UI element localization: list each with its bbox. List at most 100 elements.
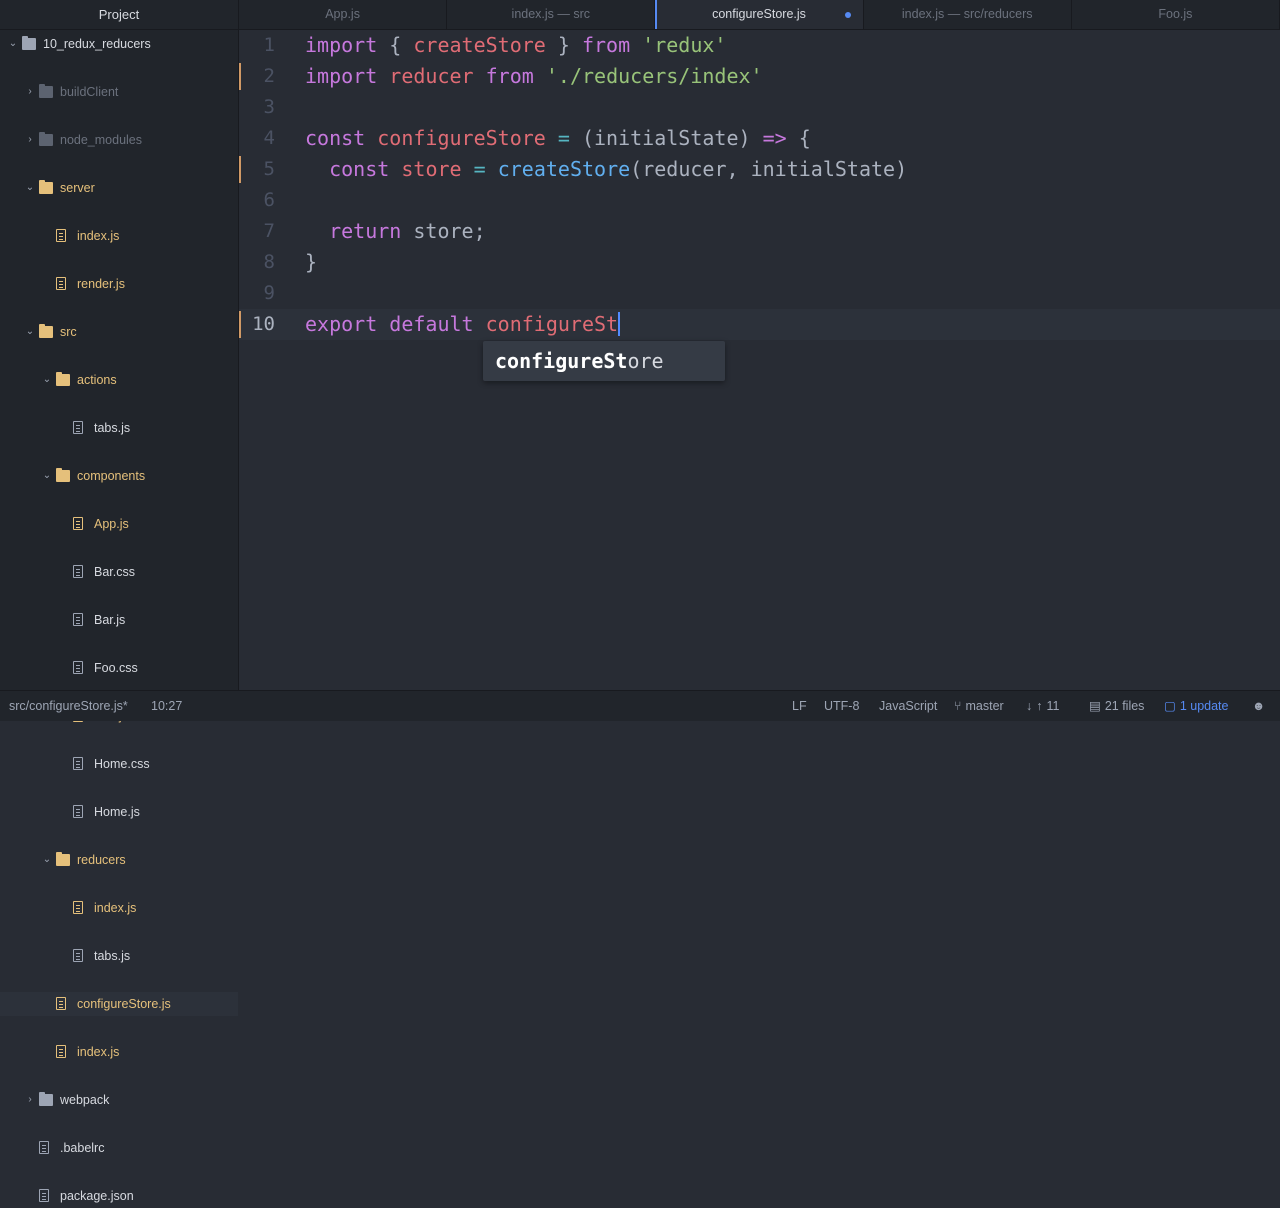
status-update[interactable]: ▢ 1 update <box>1164 691 1228 721</box>
file-text-icon <box>56 997 66 1010</box>
status-push-pull[interactable]: ↓ ↑ 11 <box>1026 691 1059 721</box>
tree-file[interactable]: index.js <box>0 1040 238 1064</box>
code-token: from <box>581 33 631 57</box>
chevron-right-icon[interactable]: › <box>25 80 35 104</box>
status-file-path[interactable]: src/configureStore.js* <box>9 691 128 721</box>
tree-folder[interactable]: ⌄ server <box>0 176 238 200</box>
tree-file[interactable]: index.js <box>0 224 238 248</box>
file-text-icon <box>56 1045 66 1058</box>
tree-file[interactable]: .babelrc <box>0 1136 238 1160</box>
tree-folder[interactable]: ⌄ reducers <box>0 848 238 872</box>
tree-file[interactable]: index.js <box>0 896 238 920</box>
status-branch[interactable]: ⑂ master <box>954 691 1004 721</box>
tree-file[interactable]: tabs.js <box>0 416 238 440</box>
status-grammar[interactable]: JavaScript <box>879 691 937 721</box>
tree-item-label: components <box>77 469 146 483</box>
tree-folder[interactable]: ⌄ actions <box>0 368 238 392</box>
code-line[interactable]: 6 <box>239 185 1280 216</box>
tree-item-label: package.json <box>60 1189 134 1203</box>
status-cursor-position[interactable]: 10:27 <box>151 691 182 721</box>
file-text-icon <box>39 1189 49 1202</box>
tree-folder[interactable]: ⌄ src <box>0 320 238 344</box>
editor-tab[interactable]: index.js — src/reducers <box>864 0 1072 29</box>
chevron-right-icon[interactable]: › <box>25 1088 35 1112</box>
tree-item-label: server <box>60 181 95 195</box>
code-token: { <box>377 33 414 57</box>
code-token: => <box>762 126 787 150</box>
chevron-down-icon[interactable]: ⌄ <box>25 176 35 200</box>
code-line[interactable]: 8} <box>239 247 1280 278</box>
code-line[interactable]: 3 <box>239 92 1280 123</box>
editor-tab[interactable]: App.js <box>239 0 448 29</box>
tree-file[interactable]: App.js <box>0 512 238 536</box>
tree-file[interactable]: package.json <box>0 1184 238 1208</box>
arrow-down-icon: ↓ <box>1026 699 1033 713</box>
tree-file[interactable]: Bar.js <box>0 608 238 632</box>
chevron-down-icon[interactable]: ⌄ <box>42 464 52 488</box>
code-line[interactable]: 9 <box>239 278 1280 309</box>
file-text-icon <box>56 229 66 242</box>
code-token: reducer <box>389 64 474 88</box>
arrow-up-icon: ↑ <box>1036 699 1043 713</box>
code-token: { <box>786 126 811 150</box>
tree-file[interactable]: tabs.js <box>0 944 238 968</box>
line-number: 5 <box>263 158 275 180</box>
tree-file[interactable]: render.js <box>0 272 238 296</box>
tree-folder[interactable]: › webpack <box>0 1088 238 1112</box>
line-number: 4 <box>263 127 275 149</box>
status-line-ending[interactable]: LF <box>792 691 807 721</box>
code-token: import <box>305 64 378 88</box>
code-token: createStore <box>497 157 631 181</box>
folder-icon <box>39 1092 53 1106</box>
tab-label: configureStore.js <box>712 7 806 21</box>
line-number: 2 <box>263 65 275 87</box>
project-panel-title: Project <box>0 0 238 30</box>
status-files[interactable]: ▤ 21 files <box>1089 691 1144 721</box>
file-text-icon <box>73 805 83 818</box>
editor-tab[interactable]: index.js — src <box>447 0 656 29</box>
suggestion-rest: ore <box>627 349 664 373</box>
status-feedback[interactable]: ☻ <box>1252 691 1265 721</box>
code-token: configureStore <box>377 126 546 150</box>
chevron-down-icon[interactable]: ⌄ <box>42 848 52 872</box>
file-text-icon <box>73 517 83 530</box>
code-line[interactable]: 1 import { createStore } from 'redux' <box>239 30 1280 61</box>
code-line[interactable]: 2 import reducer from './reducers/index' <box>239 61 1280 92</box>
tree-folder[interactable]: ⌄ 10_redux_reducers <box>0 32 238 56</box>
file-icon: ▤ <box>1089 699 1101 713</box>
tree-folder[interactable]: ⌄ components <box>0 464 238 488</box>
chevron-right-icon[interactable]: › <box>25 128 35 152</box>
chevron-down-icon[interactable]: ⌄ <box>8 32 18 56</box>
code-token: default <box>389 312 474 336</box>
chevron-down-icon[interactable]: ⌄ <box>42 368 52 392</box>
code-line[interactable]: 7 return store; <box>239 216 1280 247</box>
tree-file[interactable]: Foo.css <box>0 656 238 680</box>
status-bar: src/configureStore.js* 10:27 LF UTF-8 Ja… <box>0 690 1280 721</box>
code-line[interactable]: 5 const store = createStore(reducer, ini… <box>239 154 1280 185</box>
tree-file[interactable]: configureStore.js <box>0 992 238 1016</box>
tree-folder[interactable]: › buildClient <box>0 80 238 104</box>
code-token: const <box>305 126 366 150</box>
code-token: (reducer, initialState) <box>630 157 908 181</box>
code-editor[interactable]: 1 import { createStore } from 'redux' 2 imp… <box>239 30 1280 690</box>
code-line[interactable]: 10 export default configureSt <box>239 309 1280 340</box>
code-line[interactable]: 4 const configureStore = (initialState) =… <box>239 123 1280 154</box>
tree-file[interactable]: Home.css <box>0 752 238 776</box>
tree-file[interactable]: Bar.css <box>0 560 238 584</box>
file-text-icon <box>73 421 83 434</box>
tree-file[interactable]: Home.js <box>0 800 238 824</box>
autocomplete-suggestion[interactable]: configureStore <box>495 341 664 381</box>
tree-folder[interactable]: › node_modules <box>0 128 238 152</box>
editor-tab[interactable]: configureStore.js <box>655 0 864 29</box>
tree-item-label: node_modules <box>60 133 143 147</box>
chevron-down-icon[interactable]: ⌄ <box>25 320 35 344</box>
status-encoding[interactable]: UTF-8 <box>824 691 859 721</box>
modified-dot-icon[interactable] <box>844 12 851 18</box>
editor-tab[interactable]: Foo.js <box>1072 0 1280 29</box>
line-number: 10 <box>252 313 275 335</box>
push-pull-count: 11 <box>1046 699 1060 713</box>
git-branch-icon: ⑂ <box>954 699 962 713</box>
tree-item-label: .babelrc <box>60 1141 105 1155</box>
autocomplete-popup[interactable]: configureStore <box>483 341 725 381</box>
